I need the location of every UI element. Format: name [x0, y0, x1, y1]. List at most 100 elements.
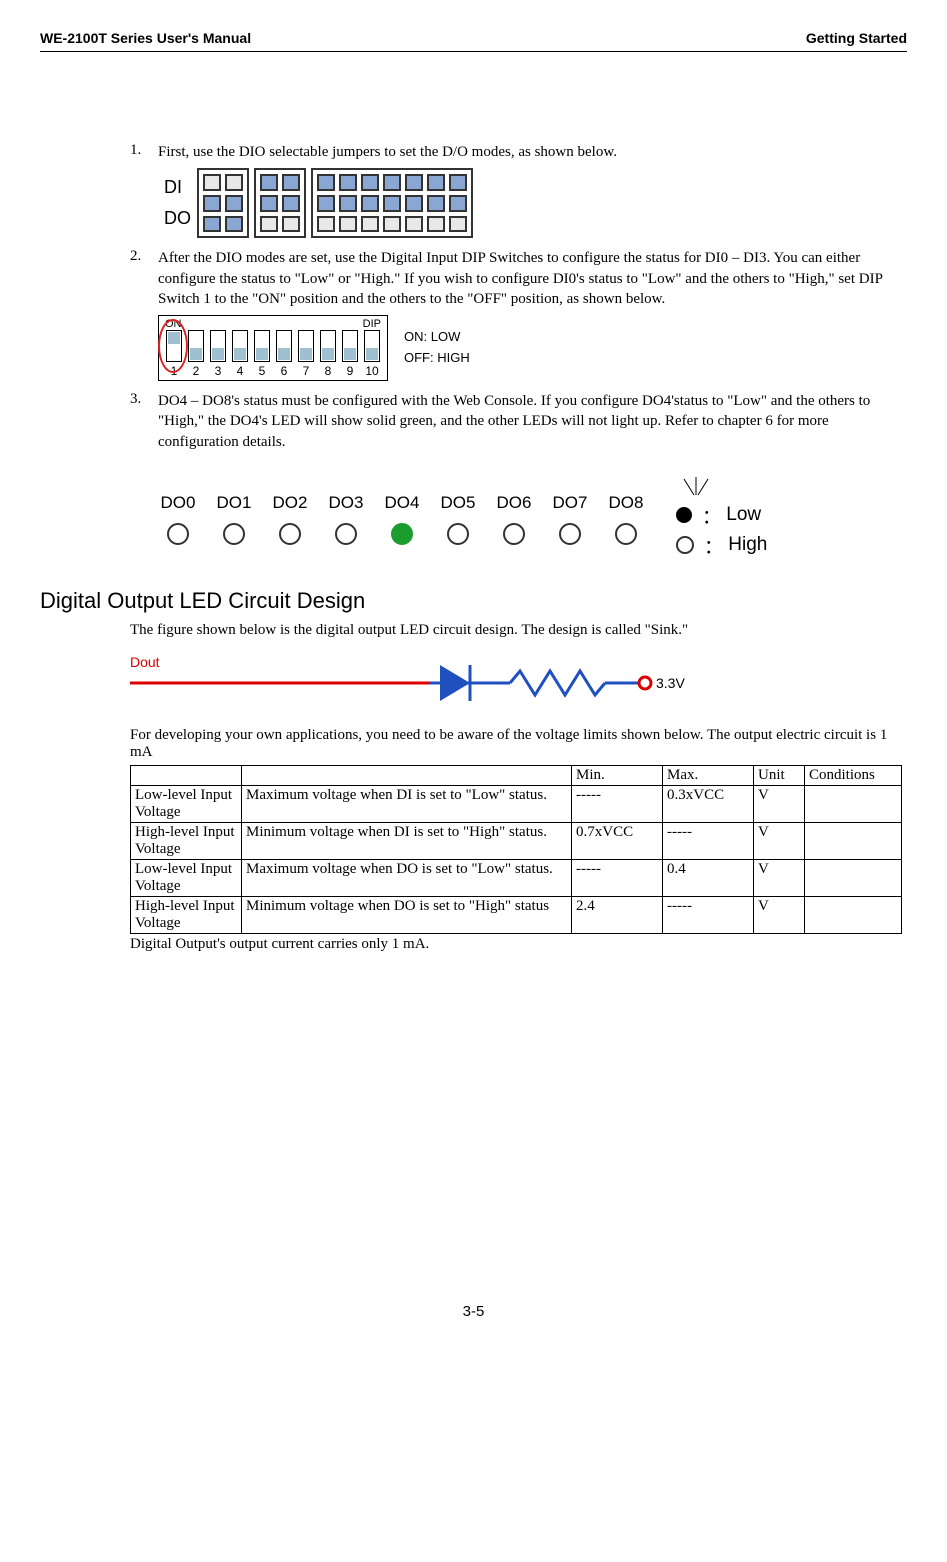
- led-off-icon: [447, 523, 469, 545]
- do-led-diagram: DO0 DO1 DO2 DO3 DO4 DO5 DO6 DO7 DO8 ： Lo…: [130, 457, 902, 570]
- led-off-icon: [559, 523, 581, 545]
- td: High-level Input Voltage: [131, 822, 242, 859]
- legend-high: High: [728, 534, 767, 556]
- do-label: DO1: [217, 493, 252, 513]
- jumper-pin: [449, 195, 467, 212]
- jumper-pin: [260, 216, 278, 233]
- jumper-group-3: [311, 168, 473, 238]
- filled-circle-icon: [676, 507, 692, 523]
- jumper-pin: [383, 216, 401, 233]
- table-header-row: Min. Max. Unit Conditions: [131, 765, 902, 785]
- td: V: [754, 896, 805, 933]
- dip-num: 4: [237, 364, 244, 378]
- dip-switch-2: 2: [185, 330, 207, 378]
- v33-label: 3.3V: [656, 675, 685, 691]
- jumper-pin: [282, 195, 300, 212]
- dip-num: 10: [365, 364, 378, 378]
- arrow-indicator-icon: [676, 477, 716, 499]
- td: [805, 859, 902, 896]
- dip-num: 6: [281, 364, 288, 378]
- para-circuit-intro: The figure shown below is the digital ou…: [130, 622, 902, 639]
- page-header: WE-2100T Series User's Manual Getting St…: [40, 30, 907, 52]
- led-on-icon: [391, 523, 413, 545]
- legend-sep: ：: [702, 502, 721, 529]
- label-di: DI: [164, 177, 191, 198]
- table-row: Low-level Input Voltage Maximum voltage …: [131, 859, 902, 896]
- jumper-pin: [449, 174, 467, 191]
- do-label: DO8: [609, 493, 644, 513]
- jumper-pin: [383, 195, 401, 212]
- dip-switch-7: 7: [295, 330, 317, 378]
- td: 0.3xVCC: [663, 785, 754, 822]
- jumper-pin: [260, 174, 278, 191]
- td: Minimum voltage when DO is set to "High"…: [242, 896, 572, 933]
- jumper-pin: [317, 195, 335, 212]
- td: Low-level Input Voltage: [131, 859, 242, 896]
- dip-legend-on: ON: LOW: [404, 327, 470, 348]
- td: 2.4: [572, 896, 663, 933]
- voltage-spec-table: Min. Max. Unit Conditions Low-level Inpu…: [130, 765, 902, 934]
- step-3: 3. DO4 – DO8's status must be configured…: [130, 391, 902, 452]
- td: -----: [663, 822, 754, 859]
- header-right: Getting Started: [806, 30, 907, 46]
- led-off-icon: [279, 523, 301, 545]
- table-row: High-level Input Voltage Minimum voltage…: [131, 896, 902, 933]
- main-content: 1. First, use the DIO selectable jumpers…: [130, 142, 902, 570]
- led-off-icon: [503, 523, 525, 545]
- jumper-pin: [203, 174, 221, 191]
- th: Unit: [754, 765, 805, 785]
- do-label: DO3: [329, 493, 364, 513]
- jumper-pin: [317, 216, 335, 233]
- legend-low: Low: [726, 504, 761, 526]
- dip-switch-4: 4: [229, 330, 251, 378]
- resistor-icon: [510, 671, 605, 695]
- header-left: WE-2100T Series User's Manual: [40, 30, 251, 46]
- dip-num: 9: [347, 364, 354, 378]
- td: [805, 896, 902, 933]
- td: -----: [663, 896, 754, 933]
- jumper-pin: [405, 216, 423, 233]
- do-label: DO0: [161, 493, 196, 513]
- diode-icon: [440, 665, 470, 701]
- dip-switch-8: 8: [317, 330, 339, 378]
- dip-switch-3: 3: [207, 330, 229, 378]
- table-row: High-level Input Voltage Minimum voltage…: [131, 822, 902, 859]
- td: V: [754, 859, 805, 896]
- jumper-group-2: [254, 168, 306, 238]
- dip-switch-10: 10: [361, 330, 383, 378]
- jumper-group-1: [197, 168, 249, 238]
- jumper-pin: [339, 195, 357, 212]
- dip-legend-off: OFF: HIGH: [404, 348, 470, 369]
- jumper-pin: [260, 195, 278, 212]
- td: Maximum voltage when DI is set to "Low" …: [242, 785, 572, 822]
- jumper-pin: [317, 174, 335, 191]
- step-3-text: DO4 – DO8's status must be configured wi…: [158, 391, 902, 452]
- td: V: [754, 785, 805, 822]
- led-off-icon: [167, 523, 189, 545]
- do-label: DO7: [553, 493, 588, 513]
- td: Low-level Input Voltage: [131, 785, 242, 822]
- do-label: DO6: [497, 493, 532, 513]
- dout-label: Dout: [130, 654, 160, 670]
- terminal-icon: [639, 677, 651, 689]
- led-off-icon: [335, 523, 357, 545]
- led-off-icon: [615, 523, 637, 545]
- td: -----: [572, 785, 663, 822]
- jumper-pin: [339, 216, 357, 233]
- jumper-pin: [383, 174, 401, 191]
- step-1-text: First, use the DIO selectable jumpers to…: [158, 142, 902, 162]
- td: [805, 822, 902, 859]
- jumper-pin: [282, 216, 300, 233]
- td: Maximum voltage when DO is set to "Low" …: [242, 859, 572, 896]
- jumper-pin: [427, 195, 445, 212]
- step-2-text: After the DIO modes are set, use the Dig…: [158, 248, 902, 309]
- dip-num: 2: [193, 364, 200, 378]
- open-circle-icon: [676, 536, 694, 554]
- dido-jumper-diagram: DI DO: [158, 168, 902, 238]
- do-label: DO2: [273, 493, 308, 513]
- dip-num: 3: [215, 364, 222, 378]
- th: [131, 765, 242, 785]
- td: -----: [572, 859, 663, 896]
- page-number: 3-5: [40, 1303, 907, 1320]
- td: V: [754, 822, 805, 859]
